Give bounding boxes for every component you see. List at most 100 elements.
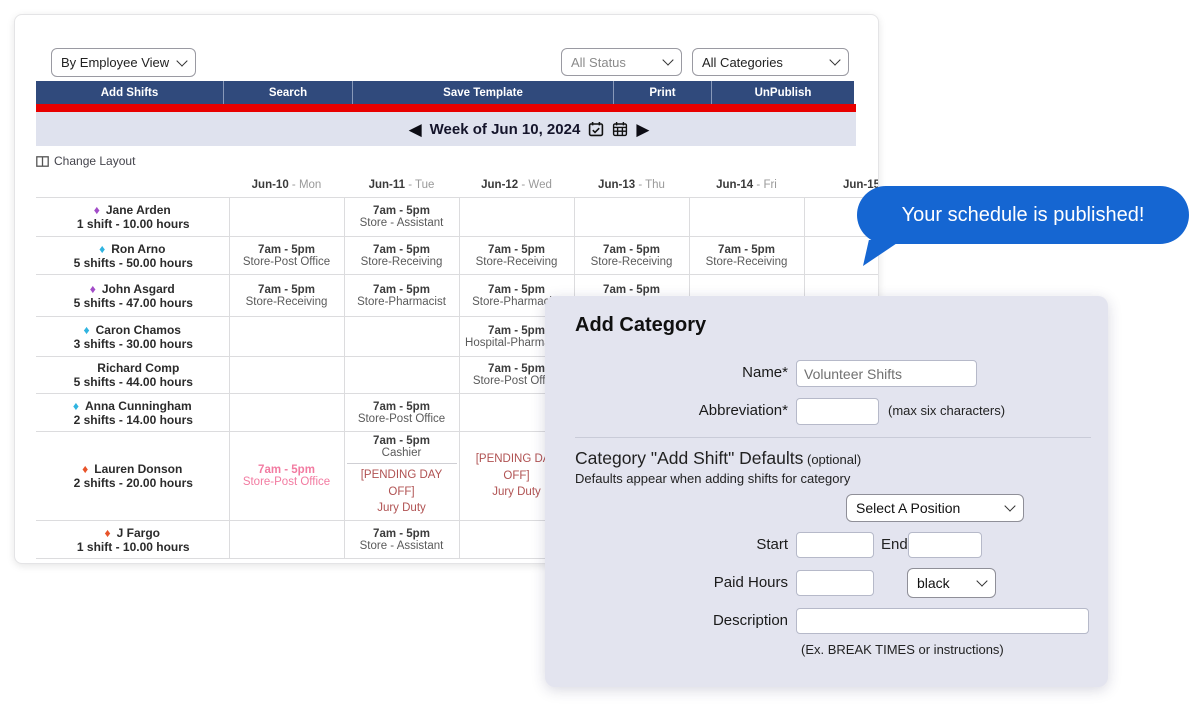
shift-position: Store-Post Office xyxy=(232,256,342,268)
shift-time: 7am - 5pm xyxy=(462,244,572,256)
shift-cell[interactable]: 7am - 5pmStore-Pharmacist xyxy=(344,275,459,317)
chevron-down-icon xyxy=(829,54,840,65)
employee-shift-summary: 1 shift - 10.00 hours xyxy=(40,540,227,554)
shift-cell[interactable]: 7am - 5pmStore-Post Office xyxy=(229,237,344,275)
description-hint: (Ex. BREAK TIMES or instructions) xyxy=(801,642,1004,657)
shift-position: Store-Post Office xyxy=(347,413,457,425)
day-header: Jun-11 - Tue xyxy=(344,173,459,198)
shift-cell[interactable]: 7am - 5pmStore-Post Office xyxy=(229,432,344,521)
shift-position: Store-Receiving xyxy=(462,256,572,268)
shift-position: Store-Pharmacist xyxy=(347,296,457,308)
shift-cell[interactable] xyxy=(689,198,804,237)
shift-cell[interactable] xyxy=(574,198,689,237)
add-category-panel: Add Category Name* Abbreviation* (max si… xyxy=(545,296,1108,687)
employee-cell[interactable]: ♦Caron Chamos3 shifts - 30.00 hours xyxy=(36,317,229,357)
shift-cell[interactable]: 7am - 5pmStore - Assistant xyxy=(344,198,459,237)
employee-cell[interactable]: ♦Jane Arden1 shift - 10.00 hours xyxy=(36,198,229,237)
unpublish-button[interactable]: UnPublish xyxy=(711,81,854,104)
employee-name: Lauren Donson xyxy=(94,462,182,476)
shift-position: Cashier xyxy=(347,447,457,459)
employee-row: ♦Ron Arno5 shifts - 50.00 hours7am - 5pm… xyxy=(36,237,878,275)
day-header: Jun-12 - Wed xyxy=(459,173,574,198)
employee-diamond-icon: ♦ xyxy=(82,462,88,476)
previous-week-arrow[interactable]: ◀ xyxy=(409,121,422,138)
employee-name: Ron Arno xyxy=(111,242,165,256)
employee-cell[interactable]: ♦Anna Cunningham2 shifts - 14.00 hours xyxy=(36,394,229,432)
add-shifts-button[interactable]: Add Shifts xyxy=(36,81,223,104)
employee-cell[interactable]: ♦J Fargo1 shift - 10.00 hours xyxy=(36,521,229,559)
shift-cell[interactable]: 7am - 5pmStore-Receiving xyxy=(229,275,344,317)
abbreviation-label: Abbreviation* xyxy=(545,402,788,419)
color-select[interactable]: black xyxy=(907,568,996,598)
employee-cell[interactable]: ♦ John Asgard5 shifts - 47.00 hours xyxy=(36,275,229,317)
search-button[interactable]: Search xyxy=(223,81,352,104)
employee-column-header xyxy=(36,173,229,198)
employee-cell[interactable]: ♦ Lauren Donson2 shifts - 20.00 hours xyxy=(36,432,229,521)
shift-time: 7am - 5pm xyxy=(347,435,457,447)
employee-cell[interactable]: ♦ Ron Arno5 shifts - 50.00 hours xyxy=(36,237,229,275)
description-input[interactable] xyxy=(796,608,1089,634)
shift-cell[interactable] xyxy=(229,357,344,394)
view-select[interactable]: By Employee View xyxy=(51,48,196,77)
employee-name: Caron Chamos xyxy=(96,323,181,337)
start-label: Start xyxy=(545,536,788,553)
shift-cell[interactable]: 7am - 5pmStore - Assistant xyxy=(344,521,459,559)
shift-cell[interactable]: 7am - 5pmStore-Receiving xyxy=(574,237,689,275)
categories-select[interactable]: All Categories xyxy=(692,48,849,76)
pending-day-off: [PENDING DAY OFF]Jury Duty xyxy=(347,467,457,517)
paid-hours-input[interactable] xyxy=(796,570,874,596)
status-select[interactable]: All Status xyxy=(561,48,682,76)
employee-shift-summary: 2 shifts - 20.00 hours xyxy=(40,476,227,490)
print-button[interactable]: Print xyxy=(613,81,711,104)
employee-diamond-icon: ♦ xyxy=(94,203,100,217)
shift-time: 7am - 5pm xyxy=(462,284,572,296)
shift-cell[interactable] xyxy=(229,317,344,357)
panel-title: Add Category xyxy=(575,314,706,337)
shift-cell[interactable] xyxy=(344,357,459,394)
position-select[interactable]: Select A Position xyxy=(846,494,1024,522)
shift-cell[interactable]: 7am - 5pmStore-Receiving xyxy=(344,237,459,275)
category-name-input[interactable] xyxy=(796,360,977,387)
end-time-input[interactable] xyxy=(908,532,982,558)
shift-cell[interactable] xyxy=(229,521,344,559)
change-layout-button[interactable]: Change Layout xyxy=(36,154,135,168)
shift-cell[interactable] xyxy=(229,198,344,237)
save-template-button[interactable]: Save Template xyxy=(352,81,613,104)
calendar-check-icon[interactable] xyxy=(588,121,604,137)
shift-time: 7am - 5pm xyxy=(232,464,342,476)
shift-cell[interactable]: 7am - 5pmCashier [PENDING DAY OFF]Jury Du… xyxy=(344,432,459,521)
shift-position: Store-Receiving xyxy=(347,256,457,268)
employee-shift-summary: 5 shifts - 47.00 hours xyxy=(40,296,227,310)
next-week-arrow[interactable]: ▶ xyxy=(636,121,649,138)
shift-cell[interactable]: 7am - 5pmStore-Receiving xyxy=(689,237,804,275)
shift-time: 7am - 5pm xyxy=(347,528,457,540)
employee-diamond-icon: ♦ xyxy=(73,399,79,413)
defaults-title-text: Category "Add Shift" Defaults xyxy=(575,448,803,468)
shift-cell[interactable] xyxy=(459,198,574,237)
calendar-grid-icon[interactable] xyxy=(612,121,628,137)
employee-name: Jane Arden xyxy=(106,203,171,217)
shift-cell[interactable]: 7am - 5pmStore-Receiving xyxy=(459,237,574,275)
change-layout-label: Change Layout xyxy=(54,154,135,168)
shift-cell[interactable] xyxy=(344,317,459,357)
shift-time: 7am - 5pm xyxy=(232,244,342,256)
employee-cell[interactable]: ♦Richard Comp5 shifts - 44.00 hours xyxy=(36,357,229,394)
shift-position: Store-Post Office xyxy=(232,476,342,488)
shift-time: 7am - 5pm xyxy=(347,244,457,256)
employee-diamond-icon: ♦ xyxy=(90,282,96,296)
employee-diamond-icon: ♦ xyxy=(99,242,105,256)
employee-shift-summary: 5 shifts - 50.00 hours xyxy=(40,256,227,270)
abbreviation-input[interactable] xyxy=(796,398,879,425)
shift-cell[interactable]: 7am - 5pmStore-Post Office xyxy=(344,394,459,432)
name-label: Name* xyxy=(545,364,788,381)
week-navigation-bar: ◀ Week of Jun 10, 2024 ▶ xyxy=(36,112,856,146)
color-select-value: black xyxy=(917,575,950,591)
employee-shift-summary: 2 shifts - 14.00 hours xyxy=(40,413,227,427)
toast-message: Your schedule is published! xyxy=(902,204,1145,227)
shift-cell[interactable] xyxy=(229,394,344,432)
employee-name: John Asgard xyxy=(102,282,175,296)
position-select-value: Select A Position xyxy=(856,500,960,516)
employee-name: Richard Comp xyxy=(97,361,179,375)
start-time-input[interactable] xyxy=(796,532,874,558)
employee-diamond-icon: ♦ xyxy=(84,323,90,337)
